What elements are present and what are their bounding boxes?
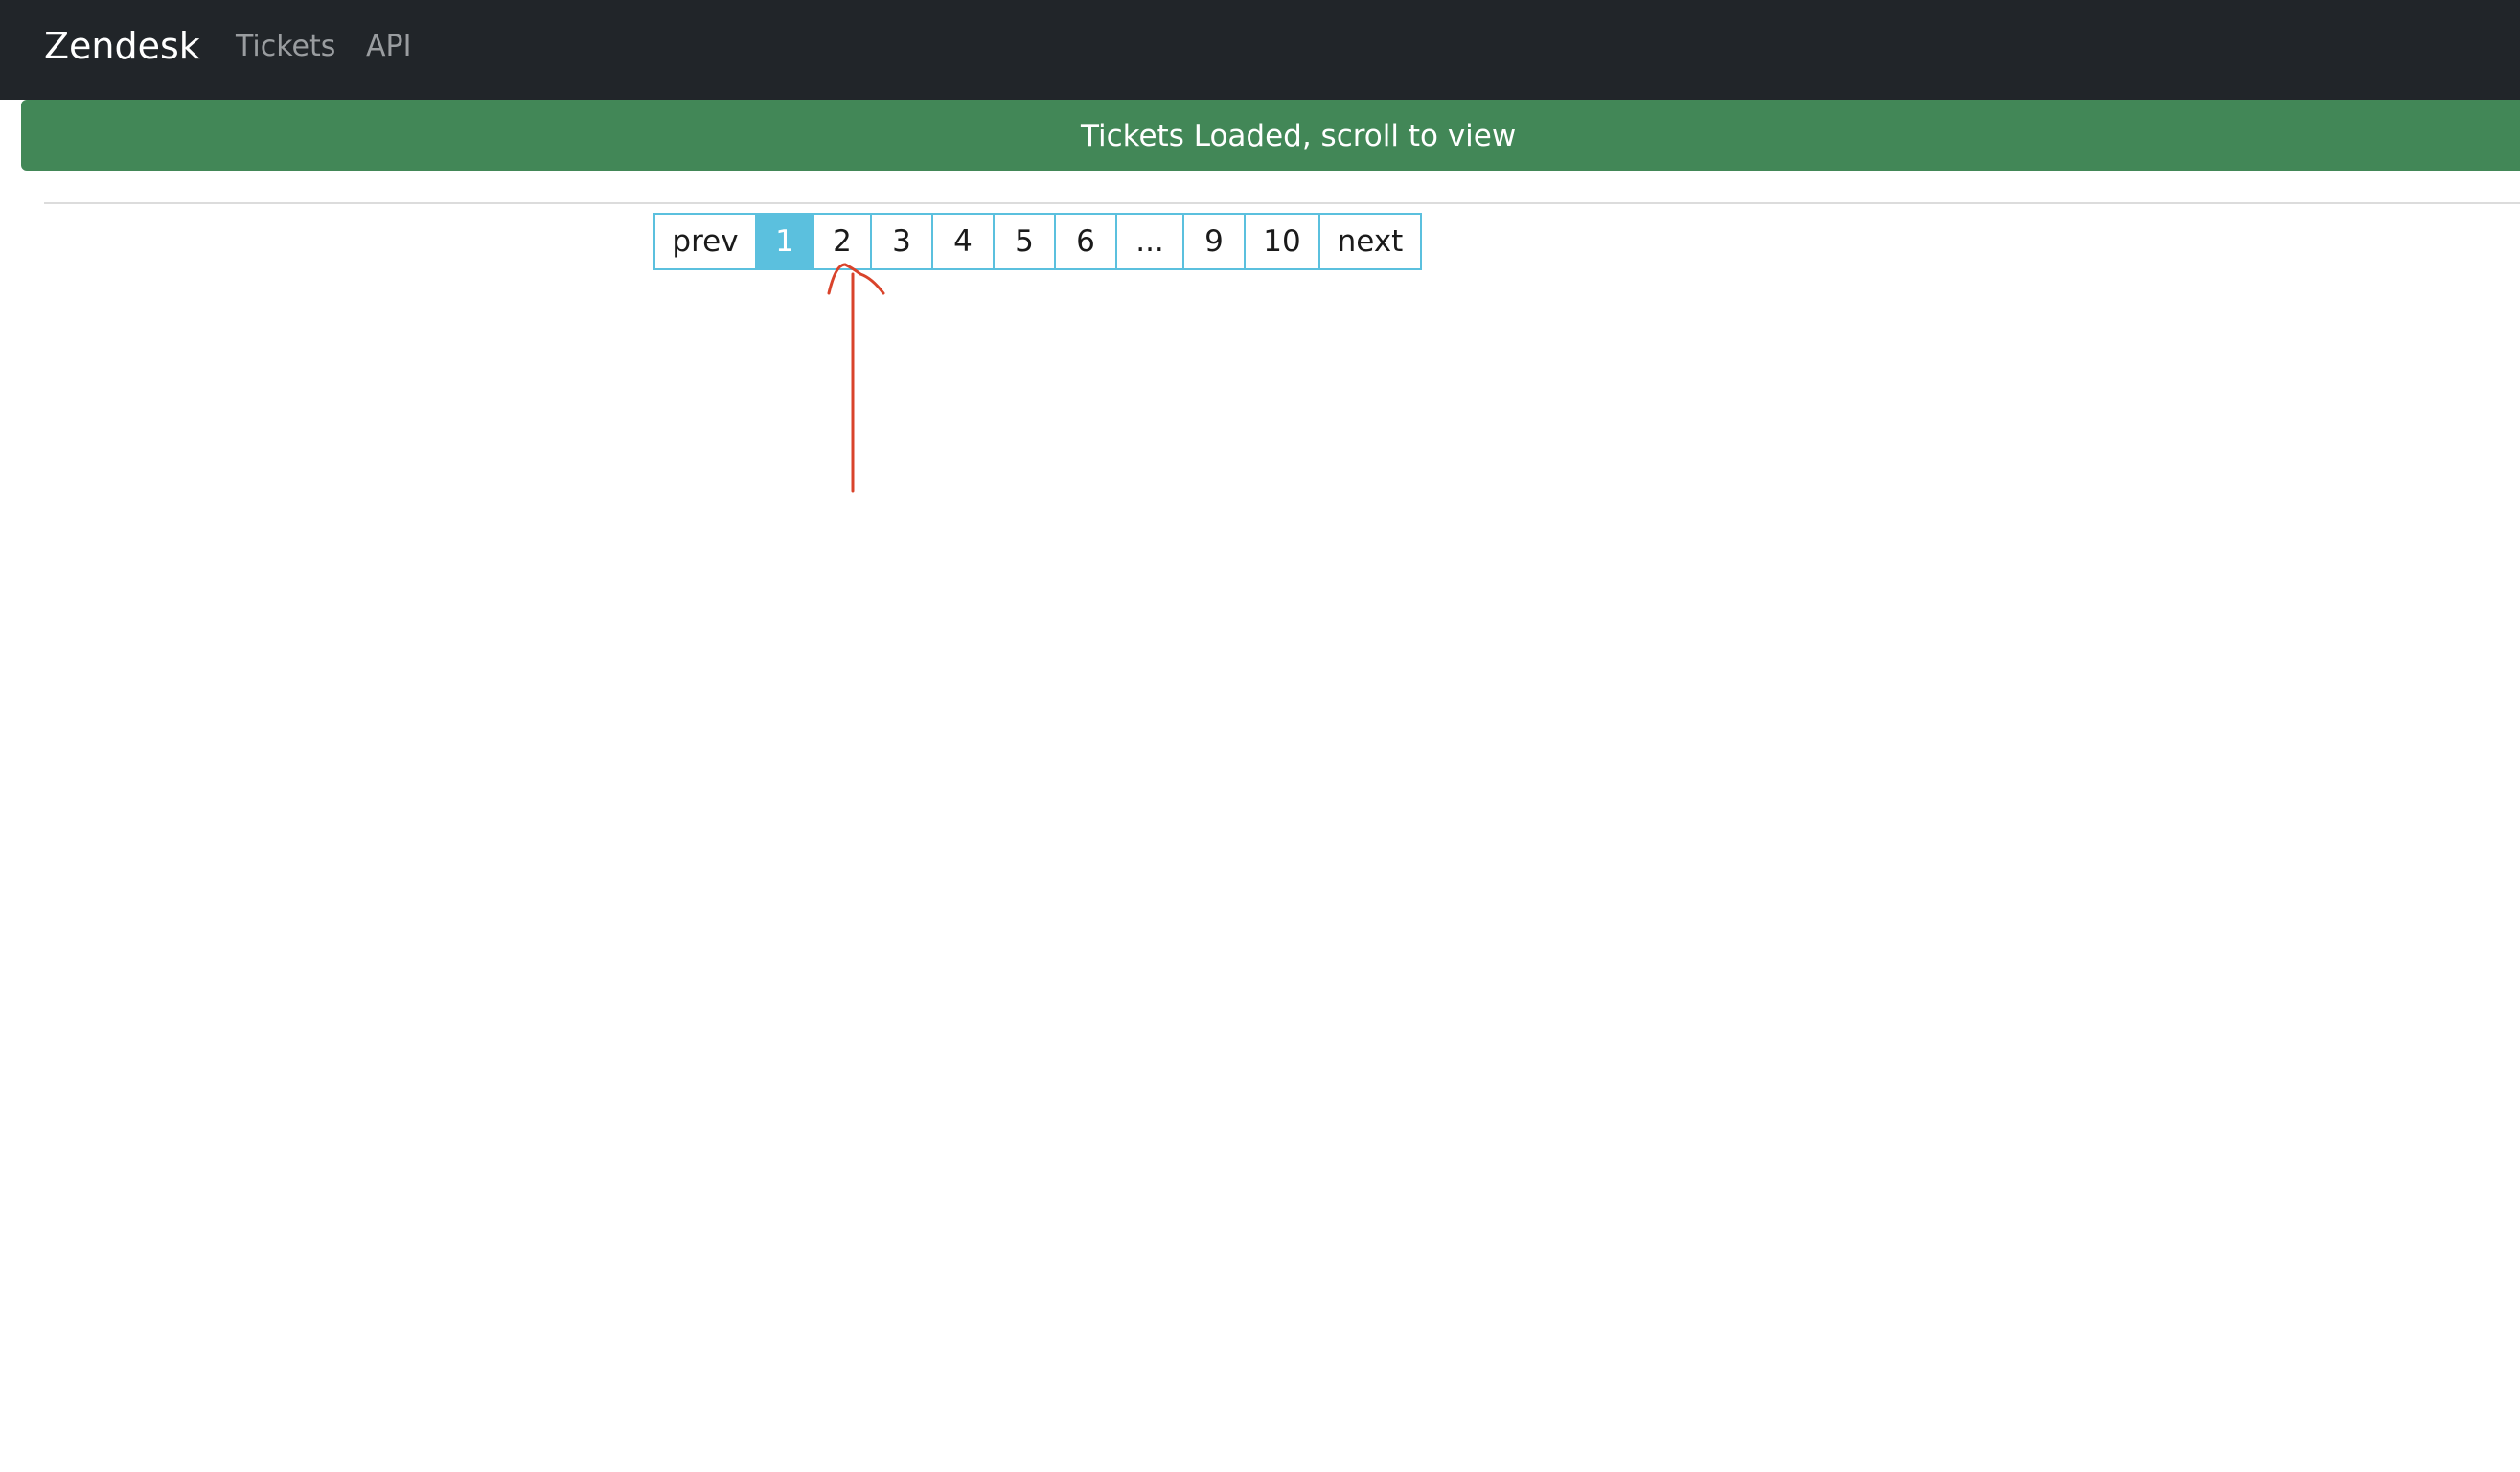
alert-message: Tickets Loaded, scroll to view: [1081, 119, 1517, 153]
pagination-ellipsis[interactable]: ...: [1117, 215, 1184, 268]
pagination-page-4[interactable]: 4: [933, 215, 995, 268]
nav-link-tickets[interactable]: Tickets: [236, 25, 335, 69]
pagination-page-10[interactable]: 10: [1246, 215, 1320, 268]
pagination-page-5[interactable]: 5: [995, 215, 1056, 268]
top-navbar: Zendesk Tickets API: [0, 0, 2520, 100]
pagination-next-button[interactable]: next: [1320, 215, 1420, 268]
pagination-page-6[interactable]: 6: [1056, 215, 1117, 268]
annotation-arrow-icon: [827, 263, 885, 493]
success-alert: Tickets Loaded, scroll to view: [21, 100, 2520, 171]
nav-link-api[interactable]: API: [366, 25, 411, 69]
divider: [44, 202, 2520, 204]
brand-link[interactable]: Zendesk: [44, 21, 200, 71]
pagination-page-1[interactable]: 1: [757, 215, 814, 268]
pagination-prev-button[interactable]: prev: [655, 215, 757, 268]
pagination: prev 1 2 3 4 5 6 ... 9 10 next: [653, 213, 1422, 270]
pagination-page-9[interactable]: 9: [1184, 215, 1246, 268]
